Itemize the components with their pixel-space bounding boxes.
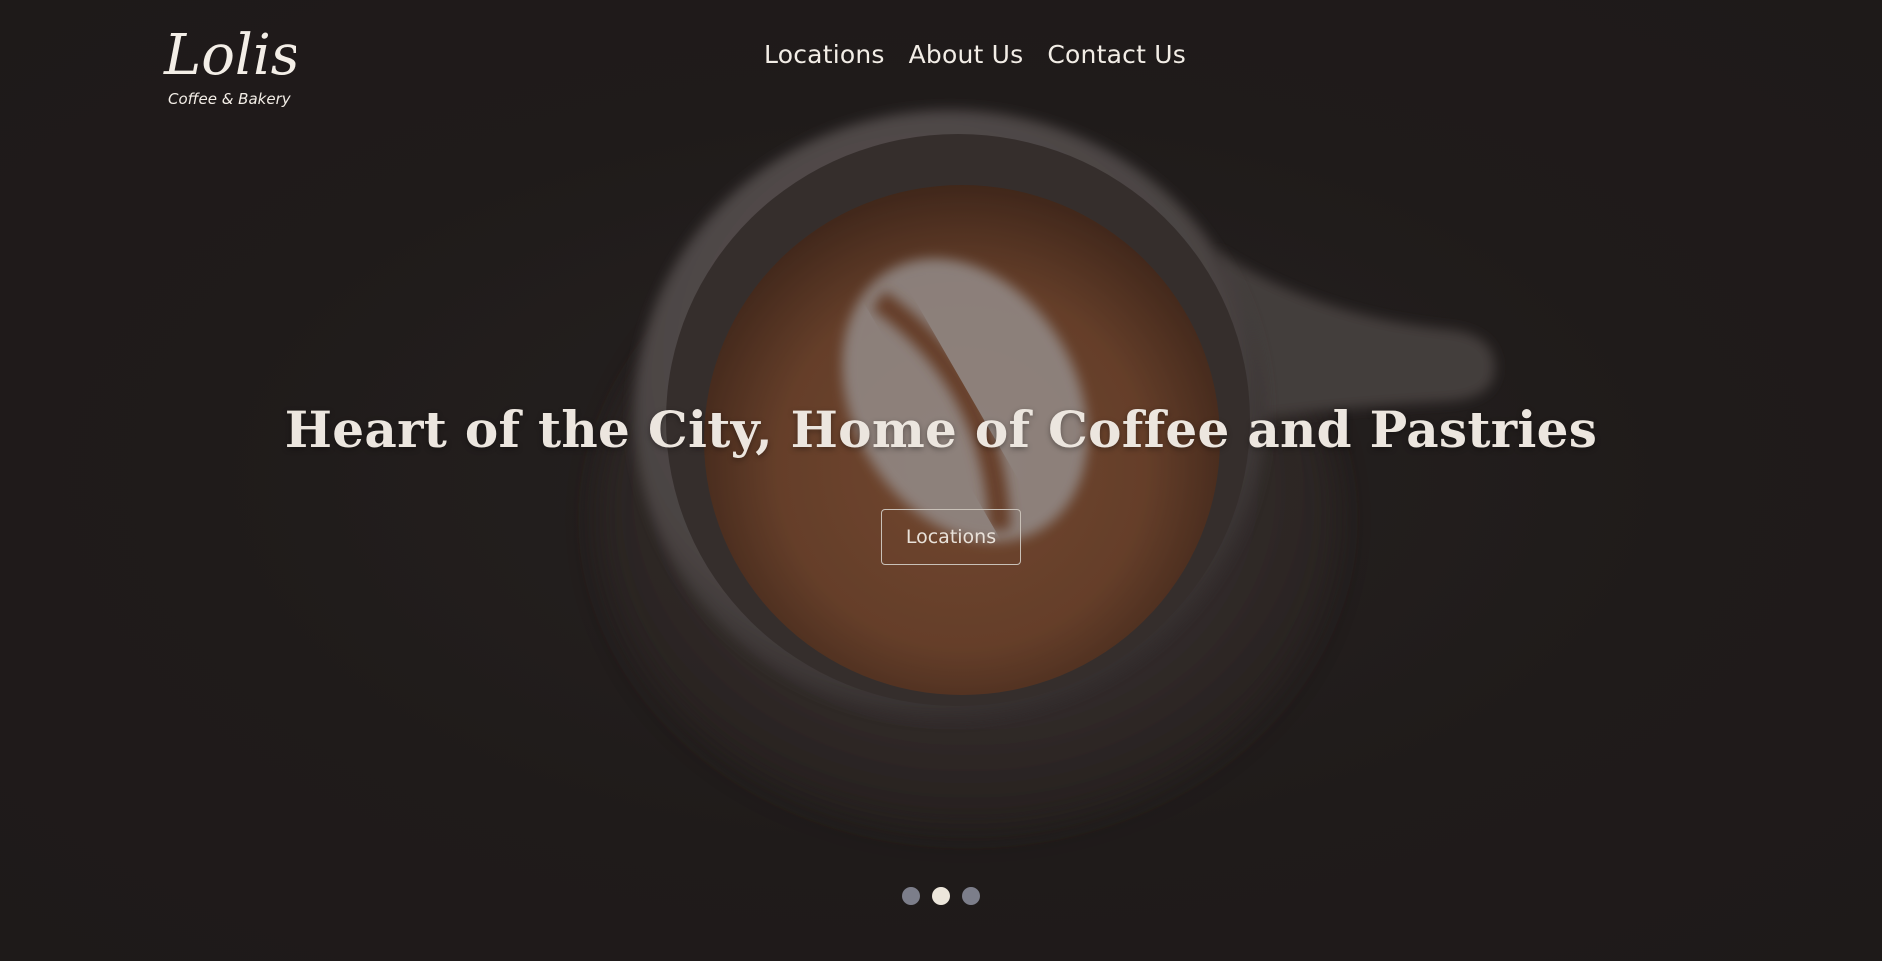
hero-background-image [0,0,1882,961]
carousel-dot-1[interactable] [902,887,920,905]
nav-link-about-us[interactable]: About Us [909,40,1024,69]
main-nav: Locations About Us Contact Us [0,40,1882,69]
logo-subtext: Coffee & Bakery [168,90,292,108]
carousel-dot-3[interactable] [962,887,980,905]
hero-section: Lolis Coffee & Bakery Locations About Us… [0,0,1882,961]
nav-link-contact-us[interactable]: Contact Us [1047,40,1186,69]
nav-link-locations[interactable]: Locations [764,40,885,69]
carousel-dot-2[interactable] [932,887,950,905]
locations-cta-button[interactable]: Locations [881,509,1021,565]
hero-headline: Heart of the City, Home of Coffee and Pa… [284,400,1598,459]
carousel-indicators [0,887,1882,905]
